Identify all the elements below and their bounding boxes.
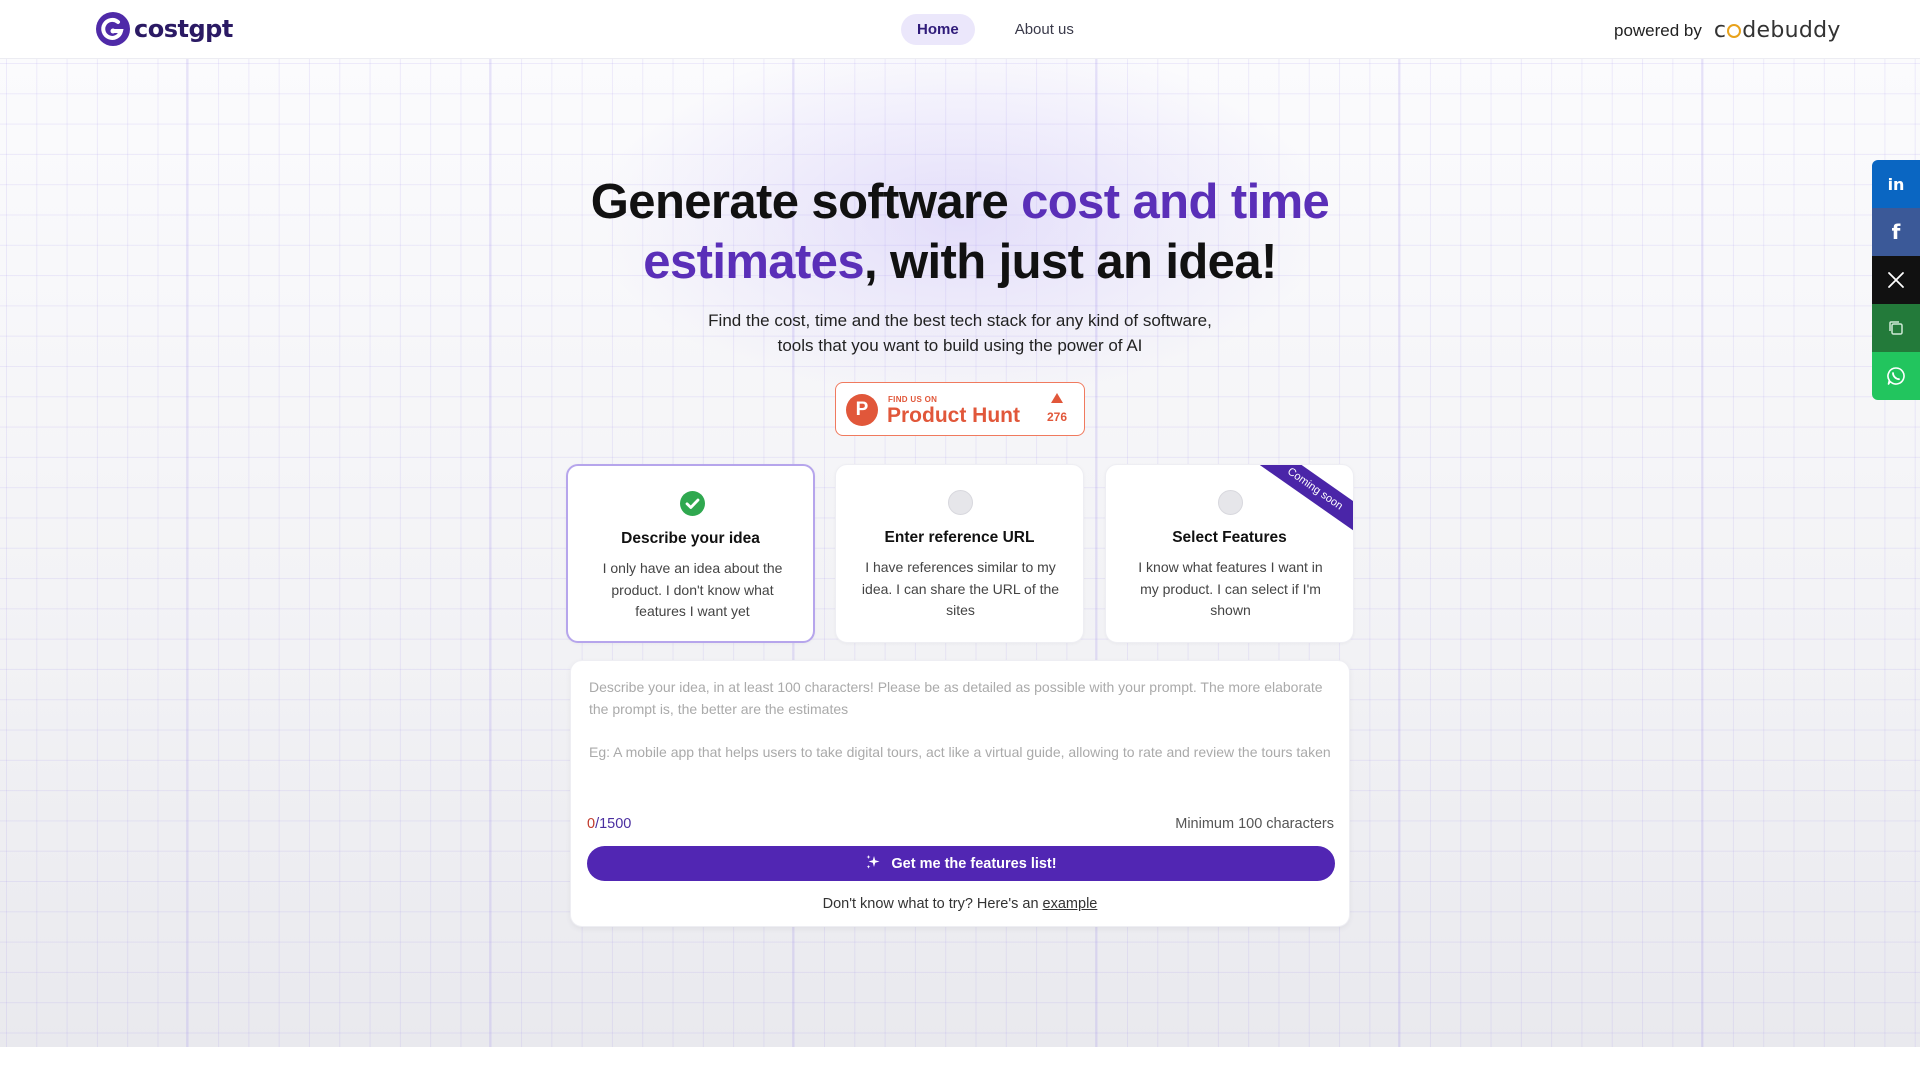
share-sidebar: in f	[1872, 160, 1920, 400]
page-subtitle: Find the cost, time and the best tech st…	[610, 308, 1310, 358]
copy-icon	[1889, 321, 1903, 335]
product-hunt-small-label: FIND US ON	[888, 395, 938, 404]
codebuddy-eye-icon	[1727, 24, 1742, 38]
idea-form-panel: Describe your idea, in at least 100 char…	[570, 660, 1350, 927]
costgpt-logo-icon	[96, 12, 130, 46]
option-reference-url[interactable]: Enter reference URL I have references si…	[835, 464, 1084, 643]
radio-circle-icon	[1218, 490, 1243, 515]
headline-part-1: Generate software	[590, 175, 1022, 229]
subtitle-line-1: Find the cost, time and the best tech st…	[708, 311, 1212, 330]
facebook-icon: f	[1891, 220, 1901, 244]
share-whatsapp-button[interactable]	[1872, 352, 1920, 400]
option-description: I know what features I want in my produc…	[1138, 559, 1323, 618]
character-count-max: /1500	[595, 816, 632, 832]
linkedin-icon: in	[1887, 174, 1905, 194]
share-facebook-button[interactable]: f	[1872, 208, 1920, 256]
powered-by: powered by cdebuddy codebuddy	[1614, 18, 1841, 43]
option-description: I have references similar to my idea. I …	[861, 559, 1060, 618]
product-hunt-icon: P	[846, 394, 878, 426]
whatsapp-icon	[1887, 367, 1905, 385]
codebuddy-logo[interactable]: c debuddy	[1714, 18, 1841, 43]
nav-home[interactable]: Home	[901, 14, 975, 45]
upvote-count: 276	[1046, 410, 1068, 424]
radio-circle-icon	[948, 490, 973, 515]
textarea-placeholder-2: Eg: A mobile app that helps users to tak…	[589, 744, 1331, 760]
powered-by-label: powered by	[1614, 20, 1702, 40]
top-header: costgpt Home About us powered by c debudd…	[0, 0, 1920, 59]
share-x-button[interactable]	[1872, 256, 1920, 304]
get-features-button-label: Get me the features list!	[891, 855, 1057, 872]
sparkle-icon	[865, 854, 881, 874]
costgpt-logo[interactable]: costgpt	[96, 12, 233, 46]
nav-about-us[interactable]: About us	[999, 14, 1090, 45]
footer-strip	[0, 1047, 1920, 1080]
page-title: Generate software cost and time estimate…	[560, 172, 1360, 292]
textarea-placeholder-1: Describe your idea, in at least 100 char…	[589, 679, 1323, 717]
coming-soon-ribbon: Coming soon	[1250, 465, 1353, 539]
subtitle-line-2: tools that you want to build using the p…	[777, 336, 1143, 355]
logo-text: costgpt	[134, 15, 233, 43]
product-hunt-badge[interactable]: P FIND US ON Product Hunt 276	[835, 382, 1085, 436]
get-features-button[interactable]: Get me the features list!	[587, 846, 1335, 881]
copy-link-button[interactable]	[1872, 304, 1920, 352]
character-count-current: 0	[587, 816, 596, 832]
headline-part-2: , with just an idea!	[863, 235, 1277, 289]
option-title: Enter reference URL	[884, 529, 1035, 546]
example-link[interactable]: example	[1043, 896, 1098, 912]
minimum-characters-label: Minimum 100 characters	[1175, 816, 1334, 832]
check-circle-icon	[680, 491, 705, 516]
character-counter: 0/1500	[587, 816, 631, 832]
share-linkedin-button[interactable]: in	[1872, 160, 1920, 208]
main-nav: Home About us	[901, 14, 1090, 45]
example-hint-text: Don't know what to try? Here's an	[822, 896, 1043, 912]
idea-textarea[interactable]: Describe your idea, in at least 100 char…	[589, 677, 1333, 817]
option-title: Describe your idea	[621, 530, 760, 547]
option-description: I only have an idea about the product. I…	[602, 560, 783, 619]
option-select-features[interactable]: Select Features I know what features I w…	[1105, 464, 1354, 643]
upvote-arrow-icon	[1051, 393, 1063, 403]
product-hunt-name: Product Hunt	[887, 404, 1020, 427]
example-hint: Don't know what to try? Here's an exampl…	[571, 896, 1349, 912]
option-title: Select Features	[1172, 529, 1287, 546]
option-describe-idea[interactable]: Describe your idea I only have an idea a…	[566, 464, 815, 643]
x-icon	[1888, 272, 1904, 288]
